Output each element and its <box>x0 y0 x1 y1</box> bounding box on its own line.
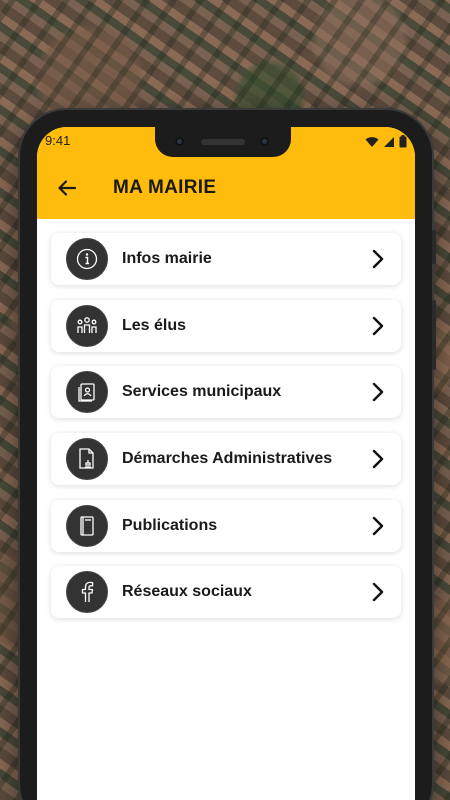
front-camera-icon <box>175 137 184 146</box>
arrow-left-icon <box>58 180 76 196</box>
menu-item-demarches-administratives[interactable]: Démarches Administratives <box>51 433 401 486</box>
menu-item-label: Services municipaux <box>122 383 282 401</box>
app-screen: 9:41 MA MAIRIE Infos mairie Les élus Ser… <box>37 127 415 800</box>
facebook-icon <box>66 571 108 614</box>
phone-side-button <box>432 300 436 370</box>
wifi-icon <box>365 136 379 147</box>
page-title: MA MAIRIE <box>113 177 217 198</box>
phone-side-button <box>432 230 436 264</box>
chevron-right-icon <box>363 577 393 607</box>
chevron-right-icon <box>363 311 393 341</box>
people-icon <box>66 304 108 347</box>
menu-list: Infos mairie Les élus Services municipau… <box>37 219 415 619</box>
signal-icon <box>384 136 394 147</box>
back-button[interactable] <box>47 168 87 208</box>
battery-icon <box>399 135 407 148</box>
app-header: 9:41 MA MAIRIE <box>37 127 415 219</box>
menu-item-publications[interactable]: Publications <box>51 499 401 552</box>
menu-item-label: Les élus <box>122 316 187 334</box>
menu-item-label: Infos mairie <box>122 250 212 267</box>
book-icon <box>66 504 108 547</box>
menu-item-label: Réseaux sociaux <box>122 583 252 601</box>
app-bar: MA MAIRIE <box>37 157 415 219</box>
document-stamp-icon <box>66 438 108 481</box>
chevron-right-icon <box>363 444 393 474</box>
menu-item-services-municipaux[interactable]: Services municipaux <box>51 366 401 419</box>
speaker-grille <box>201 139 245 145</box>
info-icon <box>66 238 108 280</box>
menu-item-label: Démarches Administratives <box>122 450 333 468</box>
menu-item-reseaux-sociaux[interactable]: Réseaux sociaux <box>51 566 401 619</box>
status-time: 9:41 <box>45 133 71 148</box>
menu-item-infos-mairie[interactable]: Infos mairie <box>51 233 401 285</box>
status-bar: 9:41 <box>37 127 415 157</box>
phone-frame: 9:41 MA MAIRIE Infos mairie Les élus Ser… <box>20 110 436 800</box>
status-icons <box>365 135 407 148</box>
menu-item-label: Publications <box>122 516 218 534</box>
id-card-icon <box>66 371 108 414</box>
chevron-right-icon <box>363 511 393 541</box>
phone-notch <box>155 127 291 157</box>
sensor-icon <box>260 137 269 146</box>
chevron-right-icon <box>363 377 393 407</box>
chevron-right-icon <box>363 244 393 274</box>
menu-item-les-elus[interactable]: Les élus <box>51 299 401 352</box>
